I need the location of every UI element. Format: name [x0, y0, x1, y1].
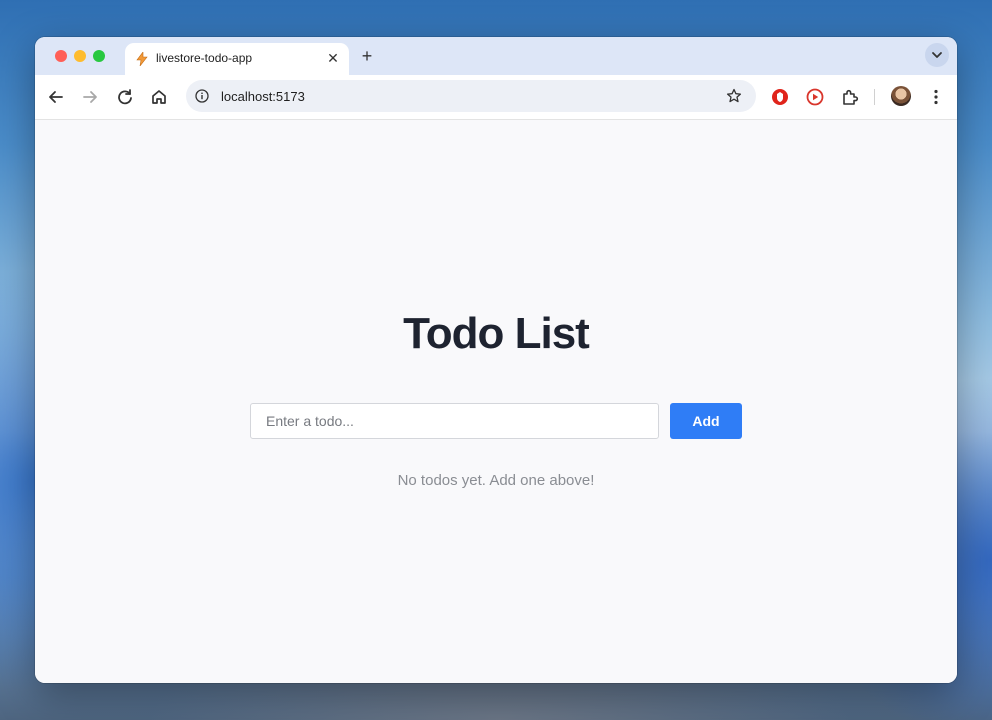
- new-tab-button[interactable]: +: [357, 46, 377, 66]
- reload-button[interactable]: [113, 85, 137, 109]
- tab-close-icon[interactable]: ✕: [325, 50, 341, 66]
- empty-state-message: No todos yet. Add one above!: [397, 472, 595, 489]
- site-info-icon[interactable]: [195, 89, 209, 103]
- tab-title: livestore-todo-app: [156, 51, 253, 65]
- chevron-down-icon: [932, 52, 942, 58]
- red-shield-extension-icon[interactable]: [768, 85, 792, 109]
- page-title: Todo List: [403, 309, 590, 358]
- red-play-extension-icon[interactable]: [803, 85, 827, 109]
- forward-button[interactable]: [78, 85, 102, 109]
- close-window-button[interactable]: [55, 50, 67, 62]
- home-button[interactable]: [147, 85, 171, 109]
- browser-tab-active[interactable]: livestore-todo-app ✕: [125, 43, 349, 75]
- livestore-bolt-icon: [135, 51, 149, 67]
- tab-search-button[interactable]: [925, 43, 949, 67]
- browser-window: livestore-todo-app ✕ + localhost:5173 To…: [35, 37, 957, 683]
- back-arrow-icon: [49, 91, 63, 103]
- toolbar-divider: [874, 89, 875, 105]
- add-button[interactable]: Add: [670, 403, 742, 439]
- page-content: Todo List Add No todos yet. Add one abov…: [35, 120, 957, 683]
- todo-input[interactable]: [250, 403, 659, 439]
- tab-strip: livestore-todo-app ✕ +: [35, 37, 957, 75]
- back-button[interactable]: [44, 85, 68, 109]
- address-bar[interactable]: localhost:5173: [186, 80, 756, 112]
- star-icon[interactable]: [726, 88, 742, 104]
- browser-toolbar: localhost:5173: [35, 75, 957, 120]
- reload-icon: [118, 89, 132, 105]
- puzzle-icon[interactable]: [838, 85, 862, 109]
- minimize-window-button[interactable]: [74, 50, 86, 62]
- kebab-menu-icon[interactable]: [924, 85, 948, 109]
- maximize-window-button[interactable]: [93, 50, 105, 62]
- avatar[interactable]: [891, 86, 911, 106]
- home-icon: [152, 90, 166, 104]
- address-url[interactable]: localhost:5173: [221, 89, 305, 104]
- forward-arrow-icon: [83, 91, 97, 103]
